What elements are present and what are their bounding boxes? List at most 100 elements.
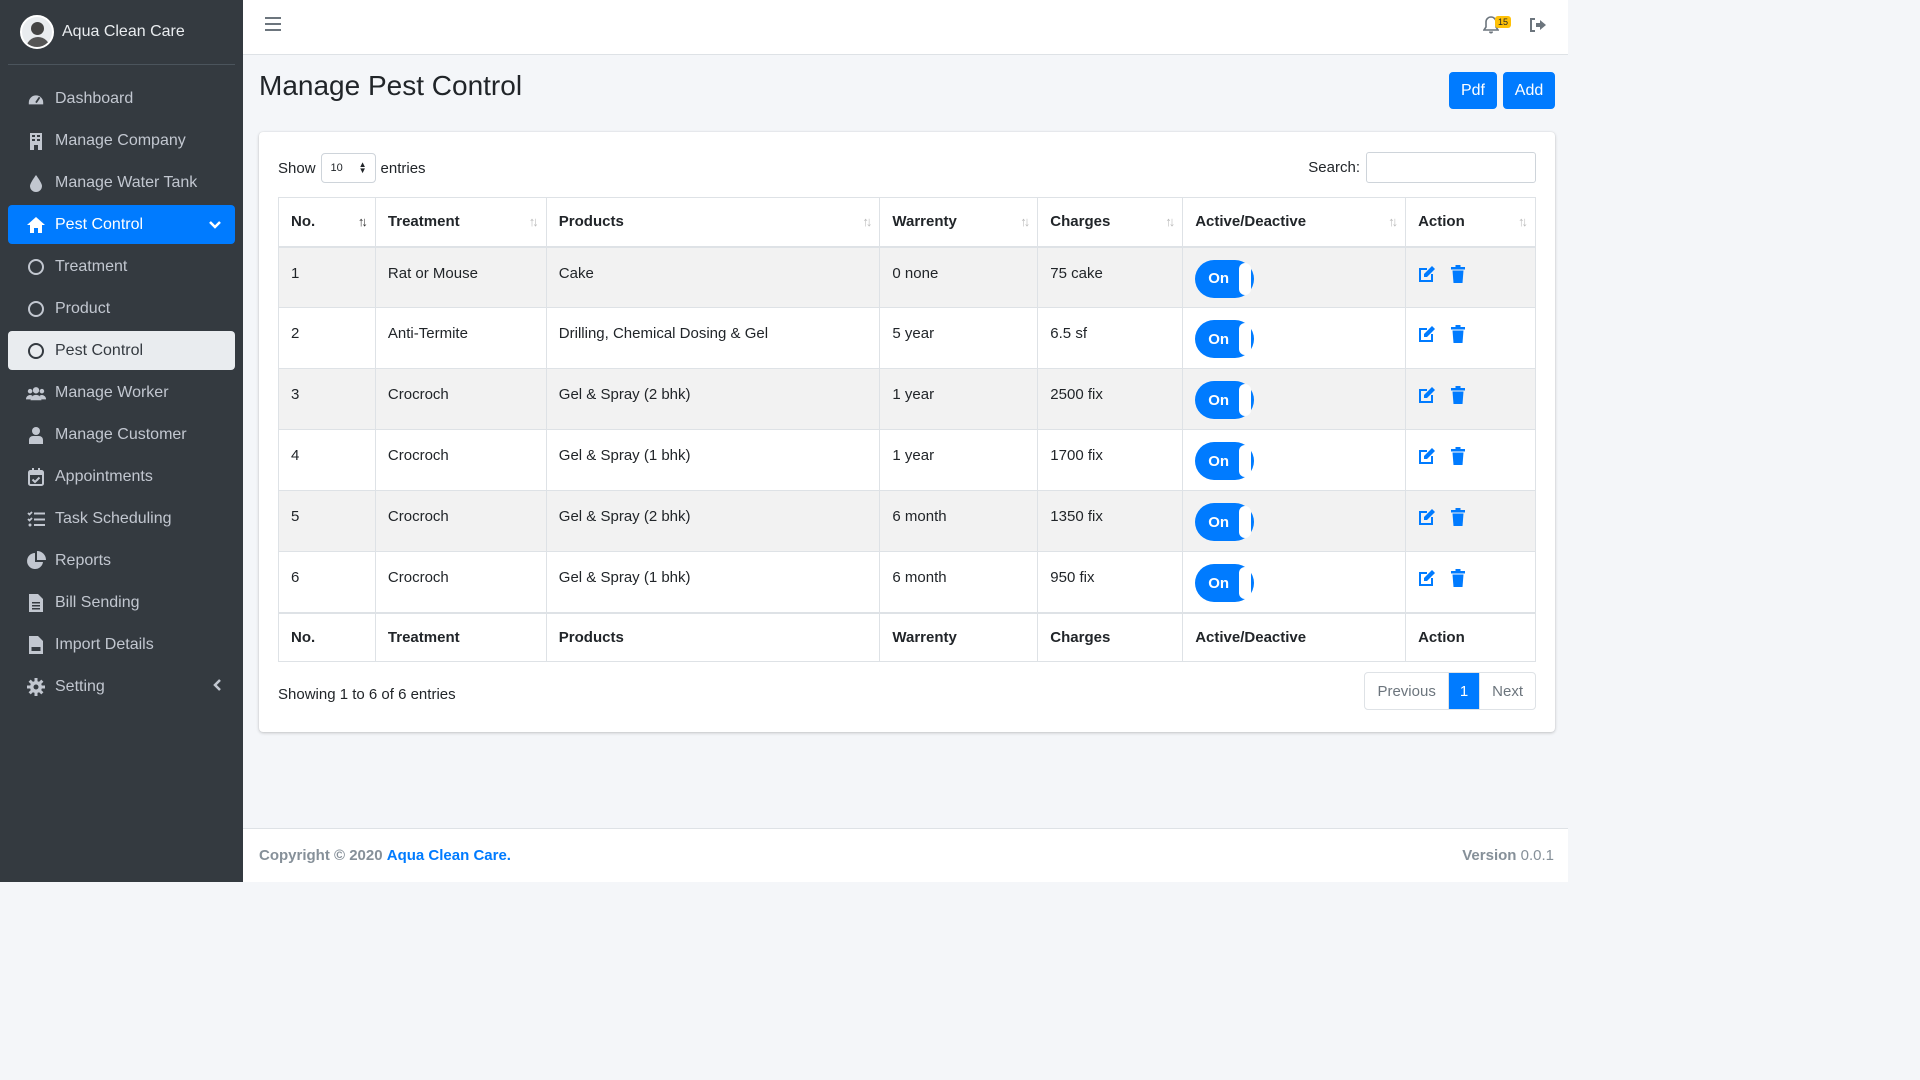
cell-charges: 1700 fix	[1037, 429, 1184, 491]
edit-icon[interactable]	[1418, 265, 1436, 283]
footer-action: Action	[1405, 611, 1536, 662]
edit-icon[interactable]	[1418, 447, 1436, 465]
dashboard-icon	[26, 89, 46, 109]
brand-avatar	[20, 15, 54, 49]
sidebar-item-treatment[interactable]: Treatment	[8, 247, 235, 286]
home-icon	[26, 215, 46, 235]
pdf-button[interactable]: Pdf	[1449, 72, 1497, 109]
tasks-icon	[26, 509, 46, 529]
status-toggle-label: On	[1208, 574, 1230, 592]
search-input[interactable]	[1366, 152, 1536, 183]
calendar-check-icon	[26, 467, 46, 487]
status-toggle[interactable]: On	[1195, 320, 1255, 358]
column-header-charges[interactable]: Charges ↑↓	[1037, 197, 1184, 248]
status-toggle[interactable]: On	[1195, 381, 1255, 419]
sidebar-item-task-scheduling[interactable]: Task Scheduling	[8, 499, 235, 538]
column-header-treatment[interactable]: Treatment ↑↓	[374, 197, 547, 248]
page-footer: Copyright © 2020 Aqua Clean Care. Versio…	[243, 828, 1568, 882]
sidebar-item-reports[interactable]: Reports	[8, 541, 235, 580]
entries-label: entries	[380, 159, 426, 177]
cell-products: Cake	[545, 246, 881, 308]
cell-no: 3	[278, 368, 376, 430]
trash-icon[interactable]	[1450, 325, 1468, 344]
sort-icon: ↑↓	[357, 214, 368, 229]
sidebar-item-product[interactable]: Product	[8, 289, 235, 328]
edit-icon[interactable]	[1418, 569, 1436, 587]
pie-chart-icon	[26, 550, 46, 571]
table-row: 6 Crocroch Gel & Spray (1 bhk) 6 month 950 f…	[278, 551, 1536, 613]
status-toggle[interactable]: On	[1195, 503, 1255, 541]
notification-badge: 15	[1495, 16, 1512, 28]
sidebar-item-manage-customer[interactable]: Manage Customer	[8, 415, 235, 454]
add-button[interactable]: Add	[1503, 72, 1555, 109]
sidebar-item-pest-control-sub[interactable]: Pest Control	[8, 331, 235, 370]
pagination: Previous 1 Next	[1364, 672, 1536, 710]
table-row: 4 Crocroch Gel & Spray (1 bhk) 1 year 1700 f…	[278, 429, 1536, 491]
edit-icon[interactable]	[1418, 386, 1436, 404]
cell-products: Gel & Spray (1 bhk)	[545, 551, 881, 613]
cell-no: 6	[278, 551, 376, 613]
cell-action	[1405, 429, 1536, 491]
edit-icon[interactable]	[1418, 325, 1436, 343]
pagination-next[interactable]: Next	[1480, 673, 1535, 709]
status-toggle[interactable]: On	[1195, 442, 1255, 480]
edit-icon[interactable]	[1418, 508, 1436, 526]
table-row: 5 Crocroch Gel & Spray (2 bhk) 6 month 1350 …	[278, 490, 1536, 552]
column-header-no[interactable]: No. ↑↓	[278, 197, 376, 248]
column-header-products[interactable]: Products ↑↓	[545, 197, 881, 248]
brand[interactable]: Aqua Clean Care	[8, 0, 235, 65]
cell-status: On	[1182, 551, 1407, 613]
cell-warrenty: 5 year	[879, 307, 1039, 369]
cell-action	[1405, 307, 1536, 369]
status-toggle[interactable]: On	[1195, 564, 1255, 602]
company-link[interactable]: Aqua Clean Care.	[387, 847, 511, 864]
table-header-row: No. ↑↓ Treatment ↑↓ Products ↑↓ Warrenty ↑↓ …	[278, 197, 1536, 248]
sidebar-item-label: Bill Sending	[55, 593, 140, 611]
toggle-knob	[1239, 384, 1252, 416]
page-size-select[interactable]: 10 ▲ ▼	[320, 153, 376, 183]
trash-icon[interactable]	[1450, 264, 1468, 283]
circle-icon	[26, 257, 46, 277]
trash-icon[interactable]	[1450, 447, 1468, 466]
sidebar-item-manage-water-tank[interactable]: Manage Water Tank	[8, 163, 235, 202]
sidebar-item-appointments[interactable]: Appointments	[8, 457, 235, 496]
status-toggle[interactable]: On	[1195, 259, 1255, 298]
column-header-action[interactable]: Action ↑↓	[1405, 197, 1536, 248]
cell-products: Drilling, Chemical Dosing & Gel	[545, 307, 881, 369]
sidebar-item-setting[interactable]: Setting	[8, 667, 235, 706]
sidebar-item-label: Manage Customer	[55, 425, 187, 443]
footer-charges: Charges	[1037, 611, 1184, 662]
cell-treatment: Anti-Termite	[374, 307, 547, 369]
sidebar-item-manage-worker[interactable]: Manage Worker	[8, 373, 235, 412]
show-entries: Show 10 ▲ ▼ entries	[278, 153, 426, 183]
sidebar-item-bill-sending[interactable]: Bill Sending	[8, 583, 235, 622]
menu-toggle-icon[interactable]	[265, 17, 281, 35]
logout-icon[interactable]	[1529, 17, 1549, 37]
footer-treatment: Treatment	[374, 611, 547, 662]
sidebar-item-import-details[interactable]: Import Details	[8, 625, 235, 664]
column-header-warrenty[interactable]: Warrenty ↑↓	[879, 197, 1039, 248]
sidebar-item-dashboard[interactable]: Dashboard	[8, 79, 235, 118]
sort-icon: ↑↓	[528, 214, 539, 229]
sort-icon: ↑↓	[1518, 214, 1528, 229]
show-label: Show	[278, 159, 316, 177]
sort-icon: ↑↓	[1388, 214, 1398, 229]
footer-no: No.	[278, 611, 376, 662]
cell-warrenty: 6 month	[879, 551, 1039, 613]
trash-icon[interactable]	[1450, 386, 1468, 405]
copyright-text: Copyright © 2020	[259, 847, 383, 864]
sidebar-item-pest-control[interactable]: Pest Control	[8, 205, 235, 244]
trash-icon[interactable]	[1450, 569, 1468, 588]
pagination-page-1[interactable]: 1	[1448, 673, 1481, 709]
sidebar-item-label: Dashboard	[55, 89, 134, 107]
pest-control-table: No. ↑↓ Treatment ↑↓ Products ↑↓ Warrenty ↑↓ …	[278, 197, 1536, 662]
pagination-previous[interactable]: Previous	[1365, 673, 1449, 709]
cell-products: Gel & Spray (2 bhk)	[545, 368, 881, 430]
trash-icon[interactable]	[1450, 508, 1468, 527]
toggle-knob	[1239, 445, 1252, 477]
sidebar-item-manage-company[interactable]: Manage Company	[8, 121, 235, 160]
toggle-knob	[1239, 567, 1252, 599]
status-toggle-label: On	[1208, 391, 1230, 409]
user-icon	[26, 425, 46, 445]
column-header-active-deactive[interactable]: Active/Deactive ↑↓	[1182, 197, 1407, 248]
